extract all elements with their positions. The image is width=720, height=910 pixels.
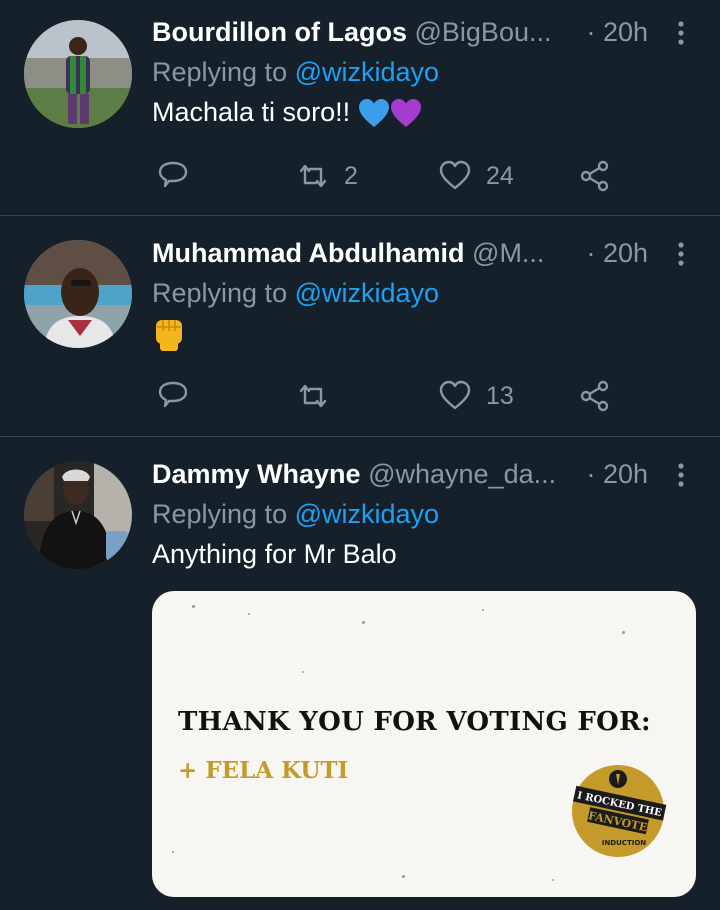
reply-button[interactable] (156, 376, 190, 416)
reply-button[interactable] (156, 156, 190, 196)
tweet-text-body: Machala ti soro!! (152, 97, 351, 127)
retweet-button[interactable] (296, 376, 344, 416)
avatar-photo (24, 240, 132, 348)
avatar[interactable] (24, 461, 132, 569)
more-options-icon[interactable] (666, 18, 696, 48)
replying-to: Replying to @wizkidayo (152, 273, 696, 313)
replying-to: Replying to @wizkidayo (152, 494, 696, 534)
media-headline: THANK YOU FOR VOTING FOR: (178, 707, 651, 737)
tweet-header: Dammy Whayne @whayne_da... · 20h (152, 454, 696, 494)
tweet-header: Muhammad Abdulhamid @M... · 20h (152, 233, 696, 273)
handle[interactable]: @whayne_da... (368, 459, 556, 489)
tweet-media-image[interactable]: THANK YOU FOR VOTING FOR: + FELA KUTI I … (152, 591, 696, 897)
avatar[interactable] (24, 20, 132, 128)
blue-heart-icon (358, 98, 389, 127)
reply-icon (158, 381, 188, 408)
share-icon (580, 380, 609, 412)
display-name[interactable]: Bourdillon of Lagos (152, 17, 407, 47)
like-button[interactable]: 13 (438, 376, 514, 416)
more-options-icon[interactable] (666, 460, 696, 490)
replying-to: Replying to @wizkidayo (152, 52, 696, 92)
tweet-header: Bourdillon of Lagos @BigBou... · 20h (152, 12, 696, 52)
display-name[interactable]: Muhammad Abdulhamid (152, 238, 465, 268)
badge-line3: INDUCTION (602, 839, 646, 847)
handle[interactable]: @M... (472, 238, 544, 268)
more-options-icon[interactable] (666, 239, 696, 269)
tweet-actions: 13 (0, 376, 720, 416)
like-count: 13 (486, 381, 514, 410)
fanvote-badge-icon: I ROCKED THE FANVOTE INDUCTION (572, 765, 667, 857)
retweet-icon (299, 164, 327, 188)
like-count: 24 (486, 161, 514, 190)
retweet-icon (299, 384, 327, 408)
tweet-text (152, 313, 696, 353)
share-button[interactable] (578, 156, 612, 196)
tweet-2[interactable]: Muhammad Abdulhamid @M... · 20h Replying… (0, 216, 720, 437)
mention-link[interactable]: @wizkidayo (295, 57, 439, 87)
reply-icon (158, 161, 188, 188)
tweet-1[interactable]: Bourdillon of Lagos @BigBou... · 20h Rep… (0, 0, 720, 216)
media-nominee: + FELA KUTI (178, 757, 349, 784)
timestamp[interactable]: · 20h (586, 12, 648, 52)
tweet-text: Machala ti soro!! (152, 92, 696, 132)
display-name[interactable]: Dammy Whayne (152, 459, 361, 489)
purple-heart-icon (390, 98, 421, 127)
share-icon (580, 160, 609, 192)
avatar-photo (24, 20, 132, 128)
raised-fist-icon (156, 319, 182, 351)
replying-to-label: Replying to (152, 499, 295, 529)
mention-link[interactable]: @wizkidayo (295, 499, 439, 529)
like-button[interactable]: 24 (438, 156, 514, 196)
tweet-text-body: Anything for Mr Balo (152, 539, 397, 569)
replying-to-label: Replying to (152, 278, 295, 308)
retweet-button[interactable]: 2 (296, 156, 358, 196)
share-button[interactable] (578, 376, 612, 416)
heart-icon (439, 160, 471, 190)
tweet-text: Anything for Mr Balo (152, 534, 696, 574)
tweet-actions: 2 24 (0, 156, 720, 196)
avatar[interactable] (24, 240, 132, 348)
mention-link[interactable]: @wizkidayo (295, 278, 439, 308)
retweet-count: 2 (344, 161, 358, 190)
timestamp[interactable]: · 20h (586, 233, 648, 273)
handle[interactable]: @BigBou... (415, 17, 552, 47)
replying-to-label: Replying to (152, 57, 295, 87)
avatar-photo (24, 461, 132, 569)
timestamp[interactable]: · 20h (586, 454, 648, 494)
heart-icon (439, 380, 471, 410)
